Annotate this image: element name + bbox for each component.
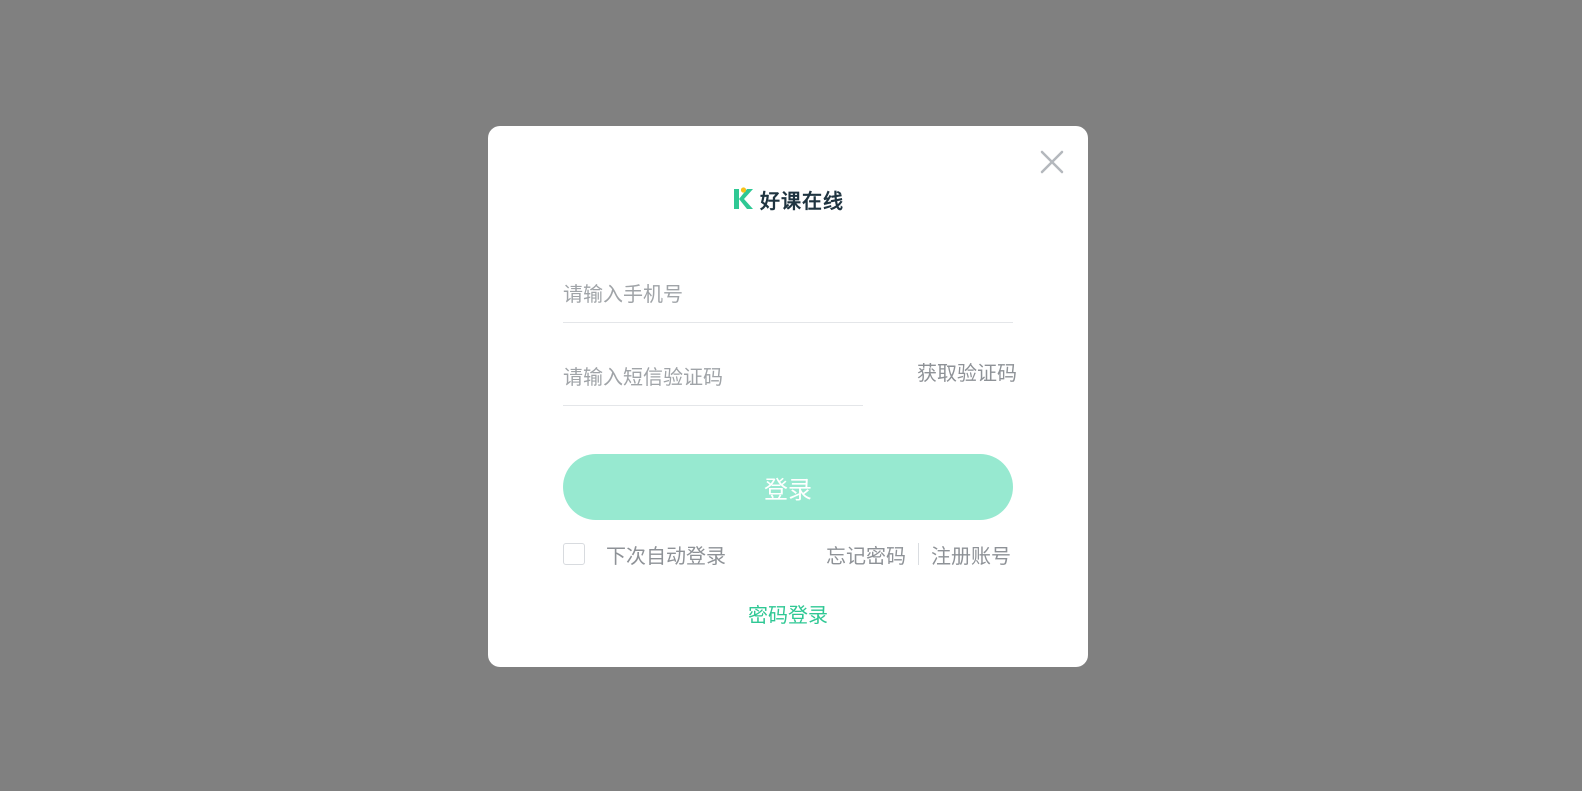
modal-overlay: 好课在线 获取验证码 登录 下次自动登录 忘记密码 注册账号 密码登录 <box>0 0 1582 791</box>
phone-field <box>563 272 1013 323</box>
sms-code-field <box>563 355 863 406</box>
sms-code-input[interactable] <box>563 357 863 397</box>
brand-name: 好课在线 <box>760 188 844 213</box>
register-link[interactable]: 注册账号 <box>931 540 1011 569</box>
close-icon <box>1040 150 1064 174</box>
k-logo-icon <box>734 187 753 209</box>
password-login-row: 密码登录 <box>488 599 1088 628</box>
account-links: 忘记密码 注册账号 <box>826 540 1011 568</box>
close-button[interactable] <box>1038 148 1066 176</box>
forgot-password-link[interactable]: 忘记密码 <box>826 540 906 569</box>
phone-input[interactable] <box>563 274 1013 314</box>
login-dialog: 好课在线 获取验证码 登录 下次自动登录 忘记密码 注册账号 密码登录 <box>488 126 1088 667</box>
get-code-button[interactable]: 获取验证码 <box>905 358 1017 388</box>
brand-logo: 好课在线 <box>488 184 1088 214</box>
remember-label: 下次自动登录 <box>606 543 726 568</box>
remember-login[interactable]: 下次自动登录 <box>563 541 726 568</box>
password-login-link[interactable]: 密码登录 <box>748 603 828 627</box>
login-button[interactable]: 登录 <box>563 454 1013 520</box>
link-divider <box>918 543 919 565</box>
remember-checkbox[interactable] <box>563 543 585 565</box>
